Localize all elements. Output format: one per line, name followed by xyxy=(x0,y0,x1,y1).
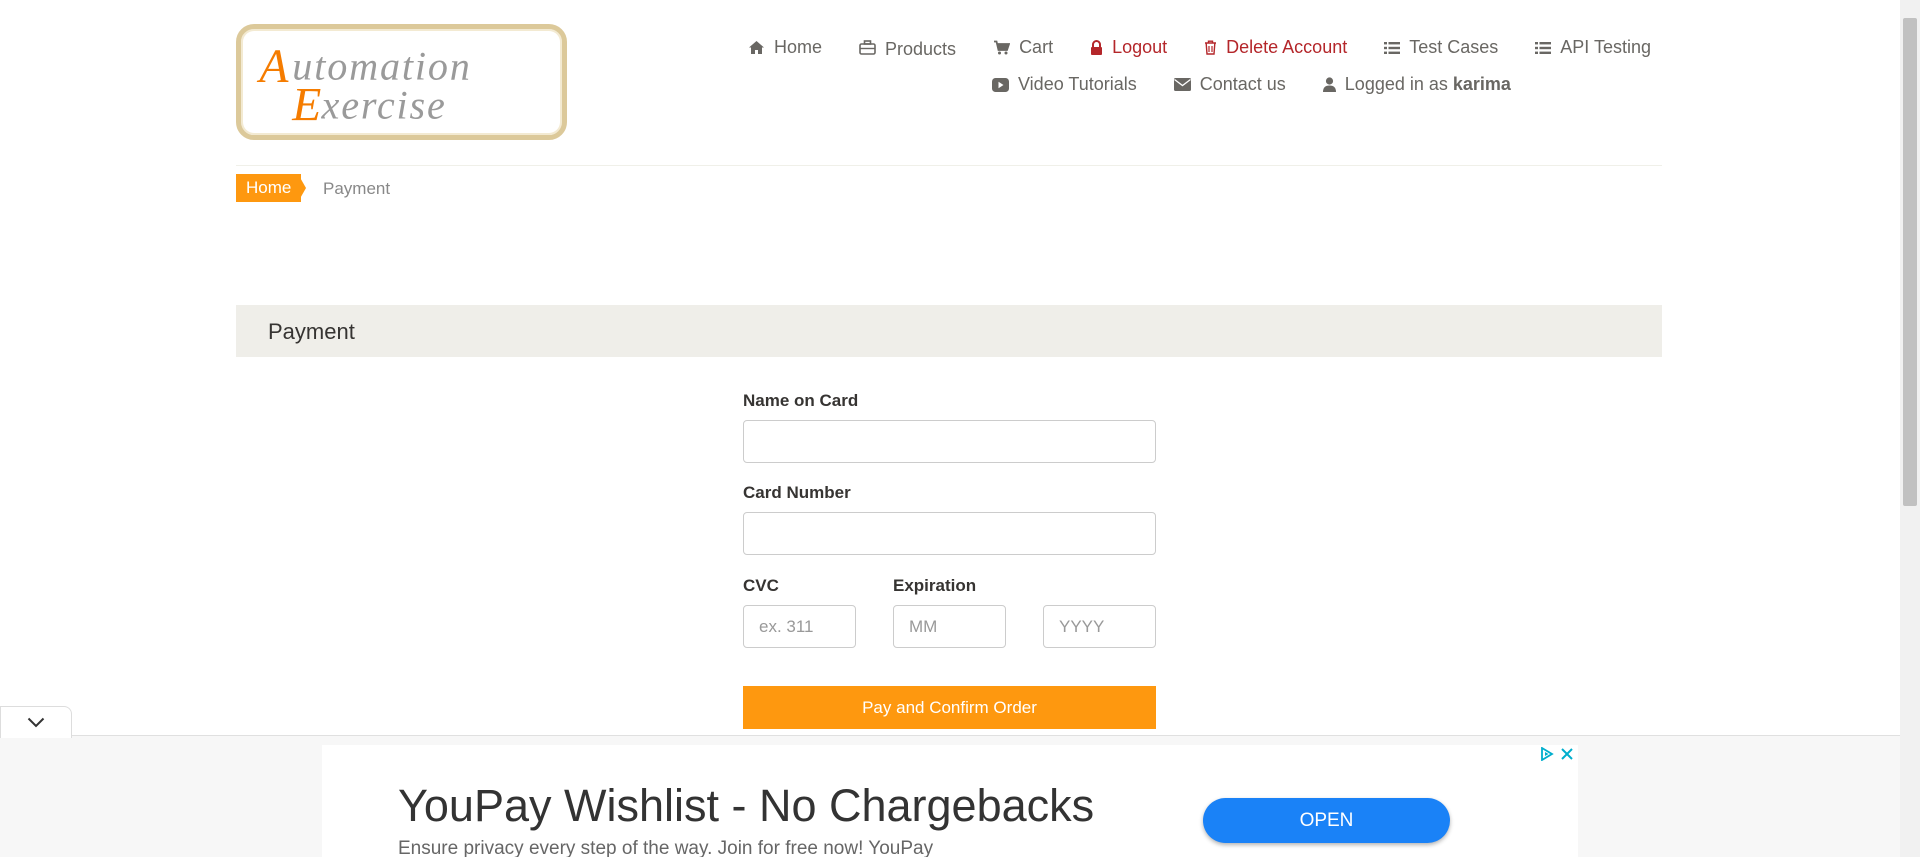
lock-icon xyxy=(1091,40,1103,55)
logo-graphic: A utomation E xercise xyxy=(256,41,470,131)
nav-test-cases-label: Test Cases xyxy=(1409,37,1499,57)
close-icon[interactable] xyxy=(1560,747,1574,761)
page-scrollbar[interactable] xyxy=(1900,0,1920,857)
chevron-down-icon xyxy=(27,717,45,728)
nav-api-testing[interactable]: API Testing xyxy=(1535,37,1651,58)
pay-and-confirm-button[interactable]: Pay and Confirm Order xyxy=(743,686,1156,729)
nav-logout-label: Logout xyxy=(1112,37,1168,57)
nav-api-testing-label: API Testing xyxy=(1560,37,1651,57)
logo-initial-a: A xyxy=(256,41,289,93)
expiry-month-input[interactable] xyxy=(893,605,1006,648)
nav-products-label: Products xyxy=(885,39,957,59)
ad-banner[interactable]: YouPay Wishlist - No Chargebacks Ensure … xyxy=(322,745,1578,857)
header-divider xyxy=(236,165,1662,166)
ad-controls xyxy=(1540,747,1574,761)
nav-delete-account[interactable]: Delete Account xyxy=(1204,37,1347,58)
expiry-year-input[interactable] xyxy=(1043,605,1156,648)
cart-icon xyxy=(994,40,1011,55)
breadcrumb-current: Payment xyxy=(323,179,391,198)
main-nav-row-2: Video Tutorials Contact us Logged in as … xyxy=(992,74,1511,95)
scrollbar-thumb[interactable] xyxy=(1903,18,1917,506)
name-on-card-input[interactable] xyxy=(743,420,1156,463)
logo-text-exercise: xercise xyxy=(321,83,447,128)
card-number-label: Card Number xyxy=(743,483,851,502)
ad-collapse-toggle[interactable] xyxy=(0,706,72,738)
youtube-icon xyxy=(992,77,1009,92)
card-number-input[interactable] xyxy=(743,512,1156,555)
name-on-card-label: Name on Card xyxy=(743,391,859,410)
nav-video-tutorials-label: Video Tutorials xyxy=(1018,74,1137,94)
ad-title: YouPay Wishlist - No Chargebacks xyxy=(398,780,1095,831)
nav-products[interactable]: Products xyxy=(859,37,957,59)
user-icon xyxy=(1322,77,1336,92)
trash-icon xyxy=(1205,40,1217,55)
expiration-label: Expiration xyxy=(893,576,977,595)
site-logo[interactable]: A utomation E xercise xyxy=(236,24,567,140)
nav-contact-us-label: Contact us xyxy=(1199,74,1286,94)
nav-home[interactable]: Home xyxy=(748,37,822,58)
nav-logout[interactable]: Logout xyxy=(1090,37,1167,58)
nav-test-cases[interactable]: Test Cases xyxy=(1384,37,1498,58)
ad-open-button[interactable]: OPEN xyxy=(1203,798,1450,843)
list-icon xyxy=(1535,41,1552,54)
cvc-input[interactable] xyxy=(743,605,856,648)
nav-cart[interactable]: Cart xyxy=(993,37,1053,58)
logged-in-prefix: Logged in as xyxy=(1344,74,1448,94)
nav-contact-us[interactable]: Contact us xyxy=(1173,74,1286,95)
nav-logged-in-user: Logged in as karima xyxy=(1322,74,1511,95)
nav-delete-account-label: Delete Account xyxy=(1226,37,1348,57)
list-icon xyxy=(1384,41,1401,54)
breadcrumb-arrow xyxy=(298,174,306,202)
home-icon xyxy=(749,41,764,54)
briefcase-icon xyxy=(859,40,876,55)
nav-cart-label: Cart xyxy=(1019,37,1054,57)
logo-initial-e: E xyxy=(291,79,321,131)
envelope-icon xyxy=(1173,78,1191,91)
main-nav-row-1: Home Products Cart Logout Delete Account… xyxy=(748,37,1651,59)
payment-heading: Payment xyxy=(268,319,355,344)
cvc-label: CVC xyxy=(743,576,779,595)
payment-heading-bar: Payment xyxy=(236,305,1662,357)
nav-video-tutorials[interactable]: Video Tutorials xyxy=(992,74,1137,95)
logged-in-username: karima xyxy=(1452,74,1511,94)
nav-home-label: Home xyxy=(774,37,823,57)
breadcrumb-home[interactable]: Home xyxy=(236,174,302,202)
ad-subtitle: Ensure privacy every step of the way. Jo… xyxy=(398,838,934,857)
adchoices-icon[interactable] xyxy=(1540,747,1554,761)
